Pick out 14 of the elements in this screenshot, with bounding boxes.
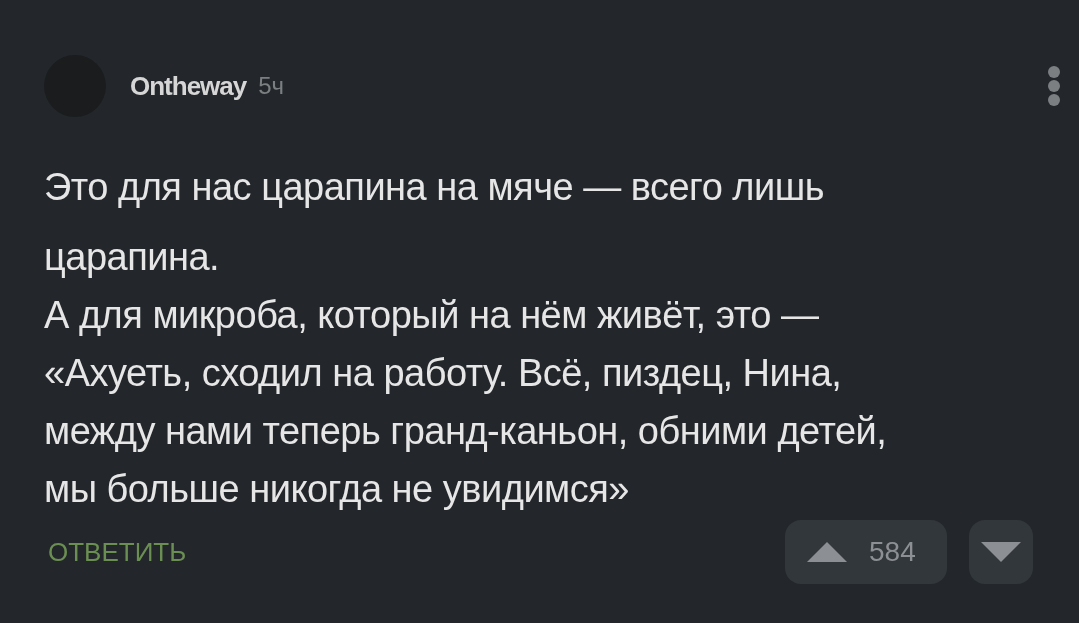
more-options-icon[interactable] — [1047, 65, 1061, 107]
comment-text-line: царапина. — [44, 235, 221, 280]
comment-text-line: мы больше никогда не увидимся» — [44, 467, 630, 512]
comment-time: 5ч — [258, 71, 285, 101]
comment-text-line: между нами теперь гранд-каньон, обними детей, — [44, 409, 888, 454]
rating-count: 584 — [869, 535, 916, 569]
downvote-triangle-icon — [981, 542, 1021, 562]
author-name[interactable]: Ontheway — [130, 66, 247, 106]
comment-text-line: А для микроба, который на нём живёт, это — — [44, 293, 820, 338]
downvote-button[interactable] — [969, 520, 1033, 584]
upvote-triangle-icon[interactable] — [807, 542, 847, 562]
comment-text-line: «Ахуеть, сходил на работу. Всё, пиздец, Нина, — [44, 351, 843, 396]
comment-text-line: Это для нас царапина на мяче — всего лишь — [44, 165, 825, 210]
reply-button[interactable]: ОТВЕТИТЬ — [44, 532, 187, 572]
